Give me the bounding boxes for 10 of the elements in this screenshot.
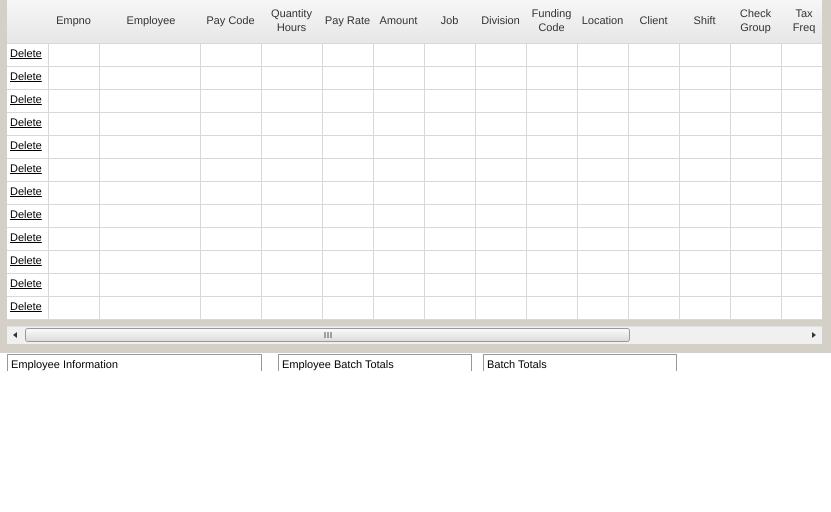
horizontal-scrollbar[interactable]: [7, 326, 822, 344]
panel-title: Employee Information: [7, 354, 262, 370]
column-header[interactable]: Employee: [126, 14, 172, 28]
column-header[interactable]: Shift: [693, 14, 716, 28]
panel-title: Employee Batch Totals: [278, 354, 472, 370]
column-header[interactable]: Client: [639, 14, 668, 28]
panel-title: Batch Totals: [483, 354, 677, 370]
column-header[interactable]: Job: [440, 14, 458, 28]
grip-icon: [324, 332, 332, 338]
scrollbar-thumb[interactable]: [25, 328, 630, 342]
